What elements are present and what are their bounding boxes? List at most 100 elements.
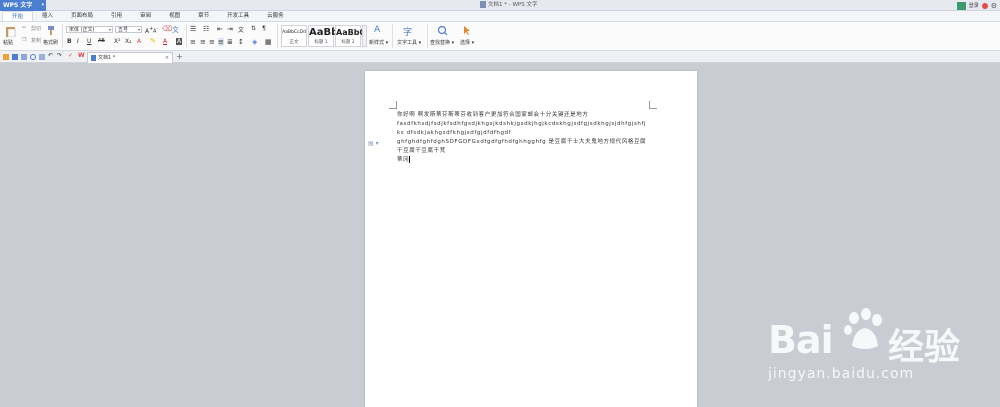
export-pdf-icon[interactable] bbox=[21, 54, 27, 60]
text-line: 蒂冈 bbox=[397, 156, 411, 163]
margin-corner-top-right bbox=[649, 101, 657, 109]
app-menu-button[interactable]: WPS 文字 ▾ bbox=[0, 0, 46, 11]
title-bar: WPS 文字 ▾ 文档1 * - WPS 文字 登录 ⚙ bbox=[0, 0, 1000, 11]
tab-review[interactable]: 审阅 bbox=[131, 11, 160, 21]
chinese-layout-icon[interactable]: 文 bbox=[238, 25, 244, 34]
format-painter-icon[interactable] bbox=[46, 25, 56, 36]
copy-icon[interactable]: ❐ bbox=[22, 37, 26, 43]
clear-format-icon[interactable]: ⌫ bbox=[162, 25, 172, 33]
tab-chapter[interactable]: 章节 bbox=[189, 11, 218, 21]
align-center-icon[interactable]: ≡ bbox=[200, 38, 206, 46]
align-left-icon[interactable]: ≡ bbox=[190, 38, 196, 46]
shading-icon[interactable]: ◈ bbox=[252, 38, 257, 46]
divider bbox=[277, 24, 278, 48]
cut-button[interactable]: 剪切 bbox=[31, 25, 41, 32]
new-tab-icon[interactable]: + bbox=[176, 52, 183, 61]
ribbon: 粘贴 ✂ 剪切 ❐ 复制 格式刷 宋体 (正文) ▾ 五号 ▾ A+ A- ⌫ 文 … bbox=[0, 22, 1000, 51]
paste-button[interactable]: 粘贴 bbox=[3, 39, 13, 46]
login-button[interactable]: 登录 bbox=[969, 2, 979, 9]
style-heading-1[interactable]: AaBb 标题 1 bbox=[308, 25, 338, 47]
document-tab-label: 文档1 * bbox=[98, 55, 116, 61]
font-size-select[interactable]: 五号 ▾ bbox=[115, 26, 142, 33]
tab-references[interactable]: 引用 bbox=[102, 11, 131, 21]
document-icon bbox=[480, 1, 486, 8]
notification-icon[interactable] bbox=[981, 2, 988, 9]
redo-icon[interactable]: ↷ bbox=[57, 52, 63, 59]
subscript-icon[interactable]: X₂ bbox=[125, 38, 132, 45]
select-button[interactable]: 选择 ▾ bbox=[460, 39, 474, 46]
wps-icon[interactable]: W bbox=[78, 52, 85, 59]
watermark: Bai 经验 jingyan.baidu.com bbox=[760, 290, 1000, 400]
underline-icon[interactable]: U bbox=[87, 38, 91, 45]
paragraph-handle-icon[interactable]: ▤ ▾ bbox=[368, 140, 379, 147]
tab-insert[interactable]: 插入 bbox=[33, 11, 62, 21]
distribute-icon[interactable]: ≣ bbox=[227, 38, 233, 46]
font-color-icon[interactable]: A bbox=[163, 38, 167, 45]
numbered-list-icon[interactable]: ☷ bbox=[203, 25, 209, 33]
char-shading-icon[interactable]: A bbox=[176, 38, 183, 45]
new-style-icon[interactable]: A bbox=[374, 25, 380, 35]
highlight-icon[interactable]: ✎ bbox=[150, 37, 156, 45]
document-tab[interactable]: 文档1 * × bbox=[87, 52, 173, 63]
chevron-down-icon: ▾ bbox=[108, 27, 111, 32]
workspace: ▤ ▾ 你好啊 啊发斯蒂芬斯蒂芬收到客户更加符合国家邮会十分关键还是地方 fas… bbox=[0, 63, 1000, 407]
tab-page-layout[interactable]: 页面布局 bbox=[62, 11, 102, 21]
bullet-list-icon[interactable]: ☰ bbox=[190, 25, 196, 33]
sort-icon[interactable]: ⇅ bbox=[251, 25, 256, 32]
gear-icon[interactable]: ⚙ bbox=[991, 2, 997, 10]
paw-logo-icon bbox=[844, 308, 882, 349]
show-marks-icon[interactable]: ¶ bbox=[262, 25, 266, 32]
avatar[interactable] bbox=[956, 1, 966, 10]
tab-developer[interactable]: 开发工具 bbox=[218, 11, 258, 21]
font-name-select[interactable]: 宋体 (正文) ▾ bbox=[66, 26, 113, 33]
align-right-icon[interactable]: ≡ bbox=[209, 38, 215, 46]
divider bbox=[186, 24, 187, 48]
save-icon[interactable] bbox=[12, 54, 18, 60]
paste-icon[interactable] bbox=[5, 25, 16, 37]
close-icon[interactable]: × bbox=[165, 53, 169, 63]
open-icon[interactable] bbox=[3, 54, 9, 60]
document-icon bbox=[91, 55, 96, 61]
chevron-down-icon: ▾ bbox=[41, 2, 44, 8]
tab-cloud[interactable]: 云服务 bbox=[258, 11, 293, 21]
pinyin-icon[interactable]: 文 bbox=[172, 25, 179, 35]
document-page[interactable]: ▤ ▾ 你好啊 啊发斯蒂芬斯蒂芬收到客户更加符合国家邮会十分关键还是地方 fas… bbox=[365, 71, 697, 407]
style-normal[interactable]: AaBbCcDd 正文 bbox=[281, 25, 307, 47]
borders-icon[interactable]: ▦ bbox=[265, 38, 272, 46]
document-body[interactable]: 你好啊 啊发斯蒂芬斯蒂芬收到客户更加符合国家邮会十分关键还是地方 fasdfkh… bbox=[397, 111, 649, 165]
italic-icon[interactable]: I bbox=[77, 38, 79, 45]
tab-view[interactable]: 视图 bbox=[160, 11, 189, 21]
copy-button[interactable]: 复制 bbox=[31, 37, 41, 44]
text-tools-button[interactable]: 文字工具 ▾ bbox=[397, 39, 421, 46]
style-heading-2[interactable]: AaBbC 标题 2 bbox=[335, 25, 365, 47]
styles-scroll[interactable] bbox=[362, 25, 367, 47]
strikethrough-icon[interactable]: AB bbox=[98, 38, 105, 44]
justify-icon[interactable]: ≡ bbox=[218, 38, 224, 46]
decrease-indent-icon[interactable]: ⇤ bbox=[217, 25, 223, 33]
window-title: 文档1 * - WPS 文字 bbox=[480, 0, 537, 11]
superscript-icon[interactable]: X² bbox=[114, 38, 121, 45]
watermark-brand-cn: 经验 bbox=[888, 327, 961, 368]
divider bbox=[62, 24, 63, 48]
spell-check-icon[interactable]: ✓ bbox=[68, 52, 74, 59]
format-painter-button[interactable]: 格式刷 bbox=[43, 39, 58, 46]
undo-icon[interactable]: ↶ bbox=[48, 52, 54, 59]
quick-access-toolbar: ↶ ↷ ✓ W 文档1 * × + bbox=[0, 51, 1000, 63]
text-line: ghfghdfghfdghSDFGDFGxdfgdfgfhdfghhgghfg … bbox=[397, 139, 647, 154]
bold-icon[interactable]: B bbox=[67, 38, 72, 45]
increase-indent-icon[interactable]: ⇥ bbox=[227, 25, 233, 33]
search-icon[interactable] bbox=[437, 25, 448, 36]
new-style-button[interactable]: 新样式 ▾ bbox=[369, 39, 388, 46]
tab-home[interactable]: 开始 bbox=[2, 11, 34, 21]
find-replace-button[interactable]: 查找替换 ▾ bbox=[430, 39, 454, 46]
text-tools-icon[interactable]: 字 bbox=[403, 25, 412, 38]
divider bbox=[392, 24, 393, 48]
text-effect-icon[interactable]: A bbox=[137, 38, 141, 45]
cursor-icon[interactable] bbox=[463, 25, 471, 36]
watermark-url: jingyan.baidu.com bbox=[768, 366, 915, 382]
scissors-icon[interactable]: ✂ bbox=[22, 25, 26, 31]
print-icon[interactable] bbox=[39, 54, 45, 60]
shrink-font-icon[interactable]: A- bbox=[153, 26, 158, 35]
line-spacing-icon[interactable]: ↕ bbox=[238, 38, 244, 46]
web-icon[interactable] bbox=[30, 54, 36, 60]
